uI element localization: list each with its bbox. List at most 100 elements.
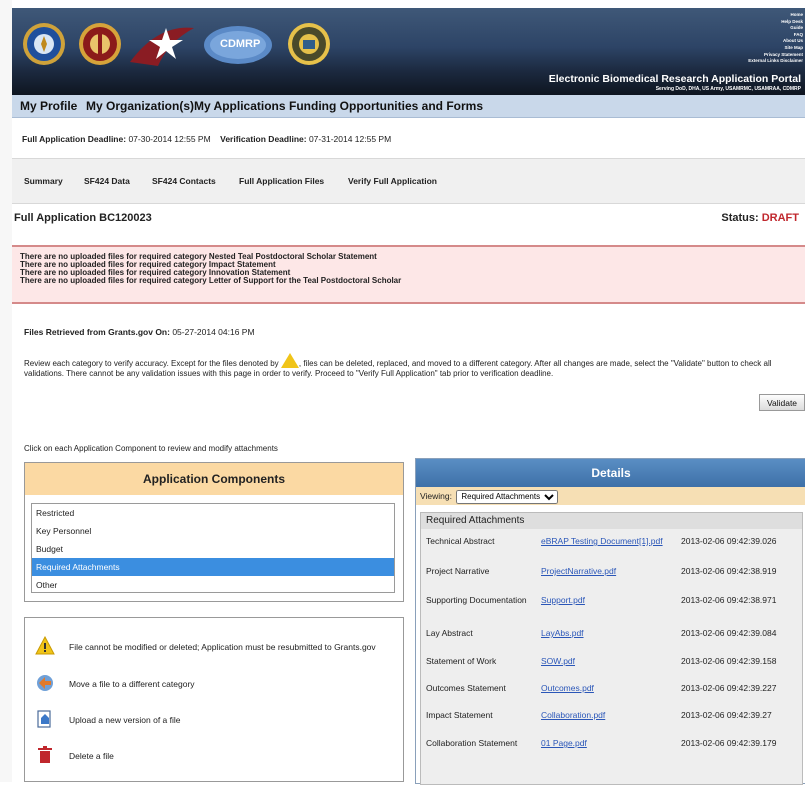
- attachment-timestamp: 2013-02-06 09:42:39.27: [681, 710, 772, 720]
- attachment-category: Outcomes Statement: [426, 683, 506, 693]
- files-retrieved: Files Retrieved from Grants.gov On: 05-2…: [24, 327, 255, 337]
- retrieved-date: 05-27-2014 04:16 PM: [172, 327, 255, 337]
- attachment-timestamp: 2013-02-06 09:42:38.971: [681, 595, 777, 605]
- table-row: Collaboration Statement 01 Page.pdf 2013…: [421, 738, 802, 754]
- attachment-file-link[interactable]: eBRAP Testing Document[1].pdf: [541, 536, 663, 546]
- attachment-category: Statement of Work: [426, 656, 497, 666]
- viewing-bar: Viewing: Required Attachments: [416, 487, 805, 505]
- attachment-file-link[interactable]: 01 Page.pdf: [541, 738, 587, 748]
- table-row: Supporting Documentation Support.pdf 201…: [421, 595, 802, 611]
- left-edge: [0, 0, 12, 782]
- attachment-timestamp: 2013-02-06 09:42:38.919: [681, 566, 777, 576]
- viewing-select[interactable]: Required Attachments: [456, 489, 559, 504]
- dha-seal-logo: [79, 23, 121, 65]
- attachment-category: Technical Abstract: [426, 536, 495, 546]
- attachment-timestamp: 2013-02-06 09:42:39.084: [681, 628, 777, 638]
- component-item-budget[interactable]: Budget: [32, 540, 394, 558]
- deadline-bar: Full Application Deadline: 07-30-2014 12…: [12, 118, 805, 158]
- top-link[interactable]: Privacy Statement: [748, 52, 803, 59]
- attachment-file-link[interactable]: Support.pdf: [541, 595, 585, 605]
- table-row: Statement of Work SOW.pdf 2013-02-06 09:…: [421, 656, 802, 672]
- legend-text: Move a file to a different category: [69, 679, 195, 689]
- dod-seal-logo: [23, 23, 65, 65]
- validate-button[interactable]: Validate: [759, 394, 805, 411]
- instructions-text: Review each category to verify accuracy.…: [24, 353, 804, 379]
- tab-summary[interactable]: Summary: [24, 176, 63, 186]
- details-title: Details: [416, 459, 805, 487]
- main-nav: My Profile My Organization(s) My Applica…: [12, 95, 805, 118]
- legend-text: Upload a new version of a file: [69, 715, 181, 725]
- tab-verify-full-application[interactable]: Verify Full Application: [348, 176, 437, 186]
- top-links: Home Help Desk Guide FAQ About Us Site M…: [748, 12, 803, 65]
- attachment-file-link[interactable]: Collaboration.pdf: [541, 710, 605, 720]
- table-row: Technical Abstract eBRAP Testing Documen…: [421, 536, 802, 552]
- icon-legend: File cannot be modified or deleted; Appl…: [24, 617, 404, 782]
- application-components-panel: Application Components Restricted Key Pe…: [24, 462, 404, 602]
- top-link[interactable]: Guide: [748, 25, 803, 32]
- verification-deadline-label: Verification Deadline:: [220, 134, 307, 144]
- attachment-file-link[interactable]: ProjectNarrative.pdf: [541, 566, 616, 576]
- tab-sf424-data[interactable]: SF424 Data: [84, 176, 130, 186]
- attachments-section-title: Required Attachments: [421, 513, 802, 529]
- component-item-other[interactable]: Other: [32, 576, 394, 594]
- table-row: Lay Abstract LayAbs.pdf 2013-02-06 09:42…: [421, 628, 802, 644]
- legend-text: Delete a file: [69, 751, 114, 761]
- component-item-required-attachments[interactable]: Required Attachments: [32, 558, 394, 576]
- verification-deadline-value: 07-31-2014 12:55 PM: [308, 134, 392, 144]
- attachment-file-link[interactable]: Outcomes.pdf: [541, 683, 594, 693]
- viewing-label: Viewing:: [420, 491, 452, 501]
- tab-full-application-files[interactable]: Full Application Files: [239, 176, 324, 186]
- nav-my-organizations[interactable]: My Organization(s): [86, 99, 194, 113]
- tab-sf424-contacts[interactable]: SF424 Contacts: [152, 176, 216, 186]
- components-list[interactable]: Restricted Key Personnel Budget Required…: [31, 503, 395, 593]
- site-header: CDMRP Home Help Desk Guide FAQ About Us …: [12, 8, 805, 95]
- attachment-timestamp: 2013-02-06 09:42:39.179: [681, 738, 777, 748]
- retrieved-label: Files Retrieved from Grants.gov On:: [24, 327, 170, 337]
- attachment-timestamp: 2013-02-06 09:42:39.026: [681, 536, 777, 546]
- instructions-part-1: Review each category to verify accuracy.…: [24, 359, 279, 368]
- top-link[interactable]: Help Desk: [748, 19, 803, 26]
- top-link[interactable]: About Us: [748, 38, 803, 45]
- warning-icon: [280, 353, 299, 368]
- portal-subtitle: Serving DoD, DHA, US Army, USAMRMC, USAM…: [655, 86, 801, 92]
- usamrmc-star-logo: [130, 27, 194, 66]
- top-link[interactable]: Home: [748, 12, 803, 19]
- top-link[interactable]: FAQ: [748, 32, 803, 39]
- nav-funding-opportunities[interactable]: Funding Opportunities and Forms: [289, 99, 483, 113]
- attachments-table: Required Attachments Technical Abstract …: [420, 512, 803, 785]
- trash-icon: [38, 746, 52, 763]
- status-badge: DRAFT: [761, 212, 799, 224]
- status-label: Status:: [721, 212, 759, 224]
- attachment-category: Collaboration Statement: [426, 738, 518, 748]
- attachment-category: Lay Abstract: [426, 628, 473, 638]
- details-panel: Details Viewing: Required Attachments Re…: [415, 458, 805, 785]
- components-instruction: Click on each Application Component to r…: [24, 444, 278, 453]
- full-deadline-value: 07-30-2014 12:55 PM: [128, 134, 211, 144]
- army-seal-logo: [288, 23, 330, 65]
- move-icon: [37, 675, 53, 691]
- nav-my-profile[interactable]: My Profile: [20, 99, 77, 113]
- portal-title: Electronic Biomedical Research Applicati…: [548, 73, 801, 85]
- nav-my-applications[interactable]: My Applications: [194, 99, 286, 113]
- top-link[interactable]: External Links Disclaimer: [748, 58, 803, 65]
- top-link[interactable]: Site Map: [748, 45, 803, 52]
- attachment-timestamp: 2013-02-06 09:42:39.227: [681, 683, 777, 693]
- full-deadline-label: Full Application Deadline:: [22, 134, 127, 144]
- attachment-file-link[interactable]: SOW.pdf: [541, 656, 575, 666]
- error-message: There are no uploaded files for required…: [20, 276, 402, 285]
- components-title: Application Components: [25, 463, 403, 495]
- attachment-category: Project Narrative: [426, 566, 490, 576]
- application-tabs: Summary SF424 Data SF424 Contacts Full A…: [12, 158, 805, 204]
- table-row: Outcomes Statement Outcomes.pdf 2013-02-…: [421, 683, 802, 699]
- validation-errors: There are no uploaded files for required…: [12, 245, 805, 304]
- upload-icon: [37, 710, 51, 728]
- attachment-category: Supporting Documentation: [426, 595, 527, 605]
- legend-text: File cannot be modified or deleted; Appl…: [69, 642, 376, 652]
- component-item-restricted[interactable]: Restricted: [32, 504, 394, 522]
- attachment-category: Impact Statement: [426, 710, 493, 720]
- page-title: Full Application BC120023: [14, 212, 152, 224]
- component-item-key-personnel[interactable]: Key Personnel: [32, 522, 394, 540]
- warning-icon: [35, 636, 55, 655]
- attachment-timestamp: 2013-02-06 09:42:39.158: [681, 656, 777, 666]
- attachment-file-link[interactable]: LayAbs.pdf: [541, 628, 584, 638]
